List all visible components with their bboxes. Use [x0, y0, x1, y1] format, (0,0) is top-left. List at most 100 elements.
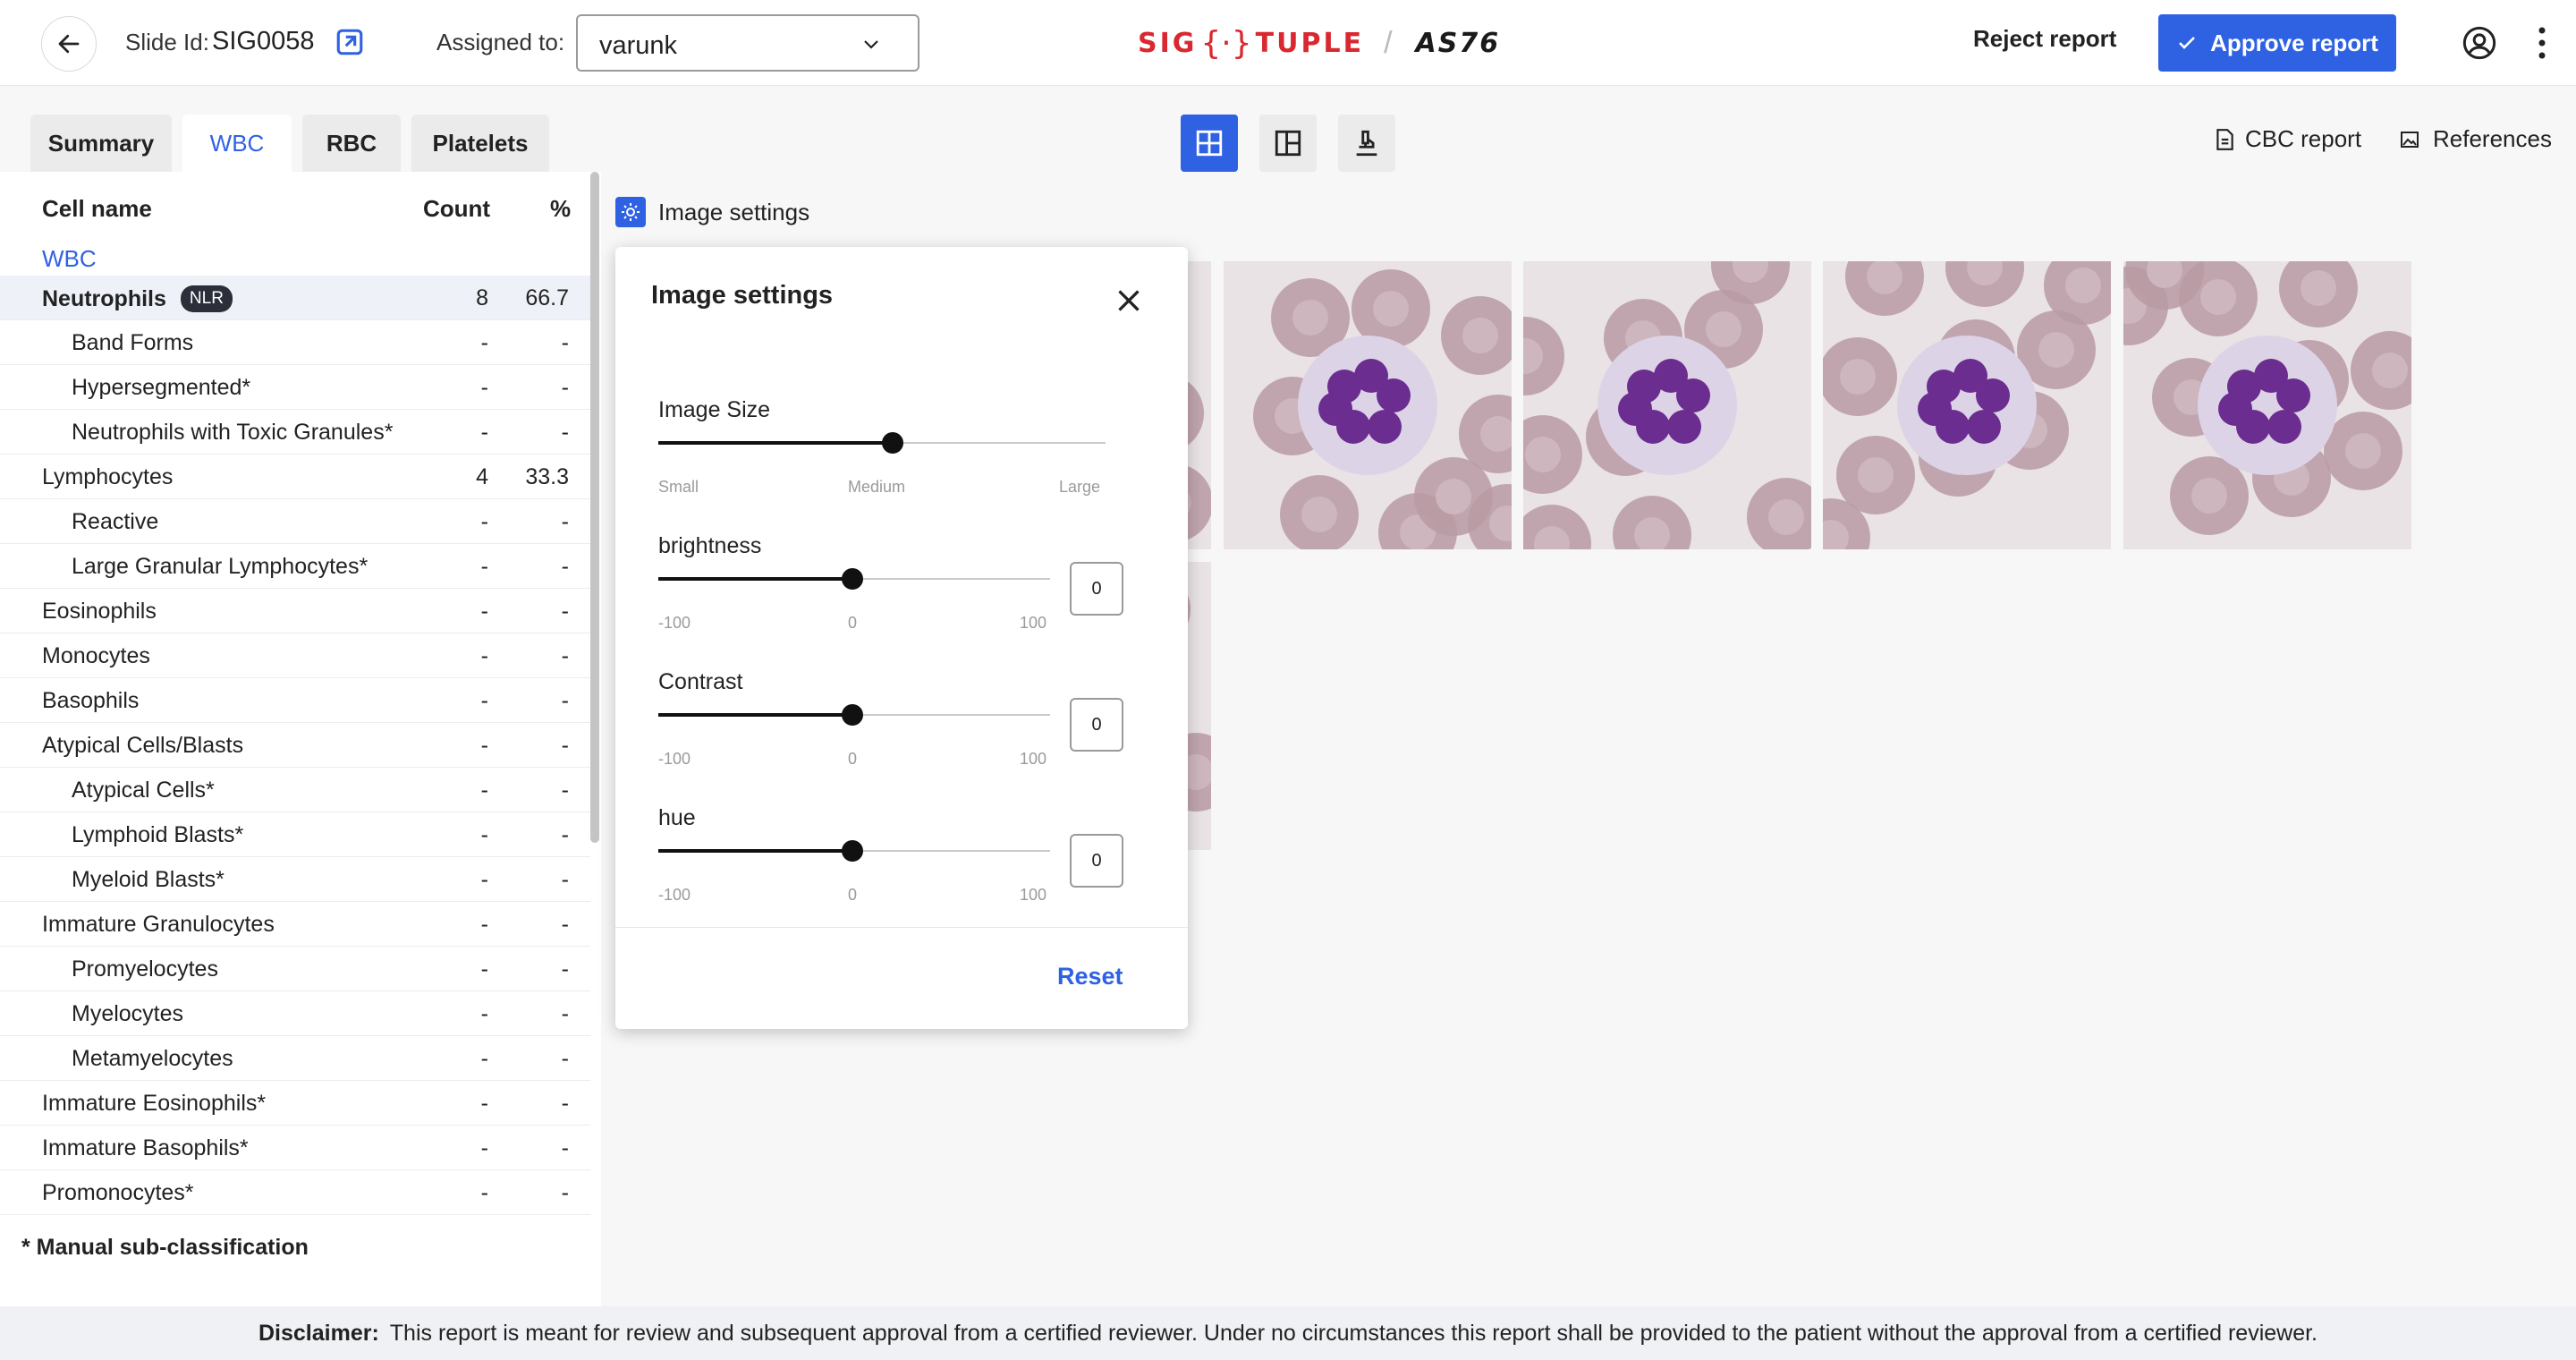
- cell-count: -: [480, 375, 488, 400]
- tab-platelets[interactable]: Platelets: [411, 115, 549, 172]
- cell-count: -: [480, 330, 488, 355]
- cell-percent: -: [561, 420, 569, 445]
- cell-count-panel: Cell name Count % WBC Neutrophils NLR 8 66.…: [0, 172, 601, 1306]
- cell-count: -: [480, 822, 488, 847]
- tab-rbc[interactable]: RBC: [302, 115, 401, 172]
- table-row[interactable]: Lymphoid Blasts* - -: [0, 812, 590, 857]
- cell-name: Lymphoid Blasts*: [72, 822, 243, 848]
- hue-input[interactable]: 0: [1070, 834, 1123, 888]
- cell-name: Promyelocytes: [72, 956, 218, 982]
- contrast-max: 100: [1020, 750, 1047, 768]
- cell-percent: -: [561, 554, 569, 579]
- brightness-thumb[interactable]: [842, 568, 863, 590]
- table-row[interactable]: Hypersegmented* - -: [0, 365, 590, 410]
- cell-image[interactable]: [1523, 261, 1811, 549]
- size-tick-large: Large: [1059, 478, 1101, 496]
- approve-report-button[interactable]: Approve report: [2158, 14, 2396, 72]
- reject-report-button[interactable]: Reject report: [1973, 25, 2116, 53]
- table-row[interactable]: Immature Basophils* - -: [0, 1126, 590, 1170]
- close-icon[interactable]: [1113, 285, 1145, 317]
- cell-percent: 66.7: [525, 285, 569, 310]
- split-view-button[interactable]: [1259, 115, 1317, 172]
- view-mode-toggle: [1181, 115, 1395, 172]
- contrast-input[interactable]: 0: [1070, 698, 1123, 752]
- image-settings-toggle[interactable]: Image settings: [615, 197, 809, 227]
- contrast-thumb[interactable]: [842, 704, 863, 726]
- cell-image[interactable]: [1823, 261, 2111, 549]
- cell-name: Neutrophils with Toxic Granules*: [72, 420, 393, 446]
- cell-name: Atypical Cells/Blasts: [42, 733, 243, 759]
- table-row[interactable]: Myeloid Blasts* - -: [0, 857, 590, 902]
- hue-max: 100: [1020, 886, 1047, 904]
- image-size-label: Image Size: [658, 397, 771, 422]
- table-row[interactable]: Immature Eosinophils* - -: [0, 1081, 590, 1126]
- cell-percent: -: [561, 1135, 569, 1160]
- grid-view-icon: [1196, 130, 1223, 157]
- account-icon[interactable]: [2462, 25, 2497, 61]
- grid-view-button[interactable]: [1181, 115, 1238, 172]
- table-row[interactable]: Eosinophils - -: [0, 589, 590, 633]
- table-row[interactable]: Promonocytes* - -: [0, 1170, 590, 1215]
- cell-percent: -: [561, 912, 569, 937]
- cell-count: -: [480, 778, 488, 803]
- table-row[interactable]: Myelocytes - -: [0, 991, 590, 1036]
- table-row[interactable]: Atypical Cells* - -: [0, 768, 590, 812]
- reset-button[interactable]: Reset: [1057, 963, 1123, 990]
- cell-name-text: Eosinophils: [42, 599, 157, 624]
- logo-mark: {·}: [1200, 24, 1252, 62]
- table-row[interactable]: Immature Granulocytes - -: [0, 902, 590, 947]
- panel-scrollbar[interactable]: [590, 172, 599, 843]
- popup-divider: [615, 927, 1188, 928]
- table-row[interactable]: Band Forms - -: [0, 320, 590, 365]
- cell-count: -: [480, 733, 488, 758]
- cell-count: -: [480, 688, 488, 713]
- cell-name-text: Atypical Cells*: [72, 778, 215, 803]
- tab-wbc[interactable]: WBC: [182, 115, 292, 172]
- cell-name: Band Forms: [72, 330, 193, 356]
- cell-percent: -: [561, 330, 569, 355]
- table-row[interactable]: Large Granular Lymphocytes* - -: [0, 544, 590, 589]
- cell-percent: -: [561, 956, 569, 982]
- cell-name-text: Promonocytes*: [42, 1180, 194, 1205]
- cell-name-text: Lymphocytes: [42, 464, 174, 489]
- chevron-down-icon: [864, 40, 878, 49]
- table-row[interactable]: Basophils - -: [0, 678, 590, 723]
- cell-name: Eosinophils: [42, 599, 157, 625]
- assignee-select[interactable]: varunk: [576, 14, 919, 72]
- cell-image[interactable]: [2123, 261, 2411, 549]
- cell-name-text: Immature Granulocytes: [42, 912, 275, 937]
- cell-name-text: Immature Eosinophils*: [42, 1091, 267, 1116]
- table-row[interactable]: Reactive - -: [0, 499, 590, 544]
- references-link[interactable]: References: [2399, 125, 2552, 153]
- brightness-slider-group: brightness -100 0 100 0: [658, 533, 1159, 632]
- cell-name-text: Metamyelocytes: [72, 1046, 233, 1071]
- hue-slider-group: hue -100 0 100 0: [658, 805, 1159, 904]
- logo-separator: /: [1384, 25, 1393, 60]
- more-vertical-icon[interactable]: [2533, 25, 2551, 61]
- table-row[interactable]: Lymphocytes 4 33.3: [0, 455, 590, 499]
- table-row[interactable]: Neutrophils with Toxic Granules* - -: [0, 410, 590, 455]
- back-button[interactable]: [41, 16, 97, 72]
- table-row[interactable]: Neutrophils NLR 8 66.7: [0, 276, 590, 320]
- brightness-input[interactable]: 0: [1070, 562, 1123, 616]
- wbc-section-heading: WBC: [42, 245, 97, 272]
- nlr-badge[interactable]: NLR: [180, 285, 233, 312]
- cell-name: Basophils: [42, 688, 139, 714]
- hue-thumb[interactable]: [842, 840, 863, 862]
- open-external-icon[interactable]: [335, 27, 365, 57]
- brightness-max: 100: [1020, 614, 1047, 632]
- image-size-thumb[interactable]: [882, 432, 903, 454]
- table-row[interactable]: Promyelocytes - -: [0, 947, 590, 991]
- microscope-view-button[interactable]: [1338, 115, 1395, 172]
- cbc-report-link[interactable]: CBC report: [2215, 125, 2361, 153]
- tab-summary[interactable]: Summary: [30, 115, 172, 172]
- cell-image[interactable]: [1224, 261, 1512, 549]
- cell-name-text: Myelocytes: [72, 1001, 184, 1026]
- table-row[interactable]: Metamyelocytes - -: [0, 1036, 590, 1081]
- cell-count: -: [480, 1091, 488, 1116]
- assigned-to-label: Assigned to:: [436, 29, 565, 55]
- cell-count: -: [480, 1135, 488, 1160]
- table-row[interactable]: Atypical Cells/Blasts - -: [0, 723, 590, 768]
- table-row[interactable]: Monocytes - -: [0, 633, 590, 678]
- cell-count-rows: Neutrophils NLR 8 66.7 Band Forms - - Hypersegm…: [0, 276, 590, 1215]
